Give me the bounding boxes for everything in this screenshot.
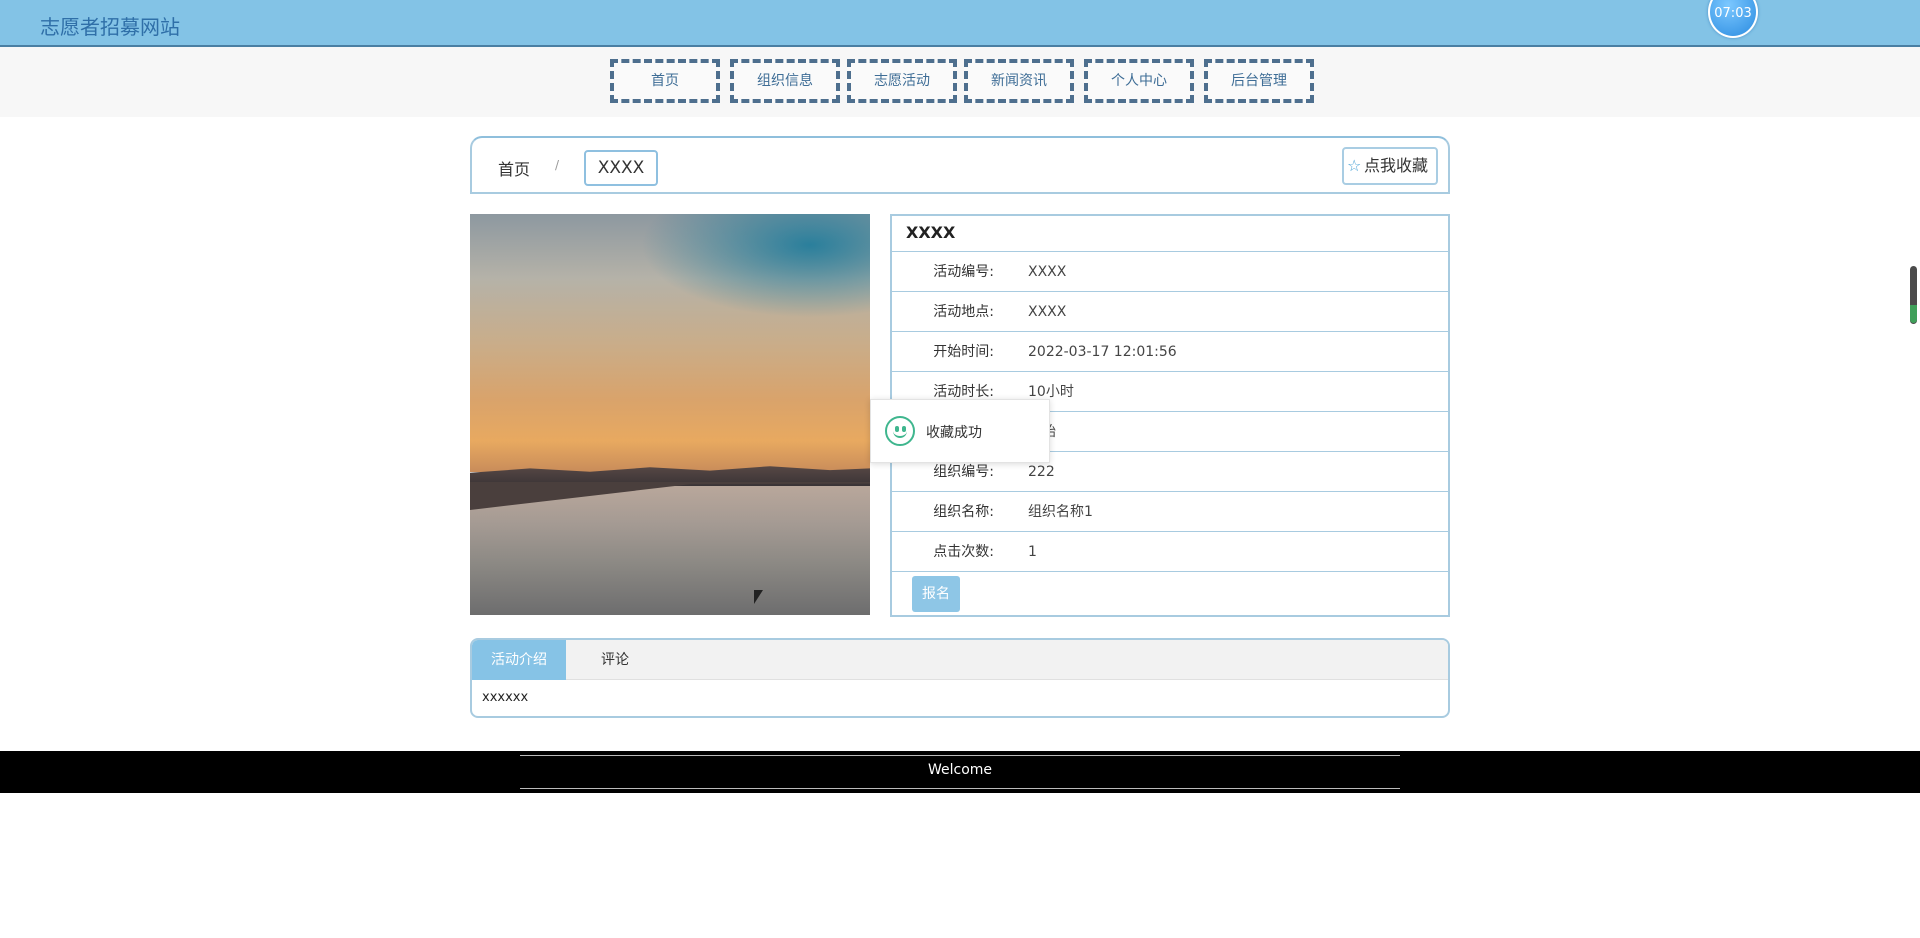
info-value: 1 — [1028, 544, 1037, 560]
footer-divider — [520, 755, 1400, 756]
breadcrumb: 首页 / XXXX ☆ 点我收藏 — [470, 136, 1450, 194]
nav-item-volunteer-activities[interactable]: 志愿活动 — [847, 59, 957, 103]
breadcrumb-separator: / — [555, 158, 560, 172]
nav-item-personal-center[interactable]: 个人中心 — [1084, 59, 1194, 103]
footer: Welcome — [0, 751, 1920, 793]
favorite-button-label: 点我收藏 — [1364, 156, 1429, 175]
info-value: XXXX — [1028, 304, 1067, 320]
info-label: 点击次数: — [933, 544, 994, 560]
info-value: 2022-03-17 12:01:56 — [1028, 344, 1177, 360]
activity-tabs: 活动介绍 评论 xxxxxx — [470, 638, 1450, 718]
smile-icon — [885, 416, 915, 446]
star-icon: ☆ — [1347, 156, 1362, 175]
scrollbar-indicator — [1910, 305, 1917, 323]
nav-item-news[interactable]: 新闻资讯 — [964, 59, 1074, 103]
signup-button[interactable]: 报名 — [912, 576, 960, 612]
image-water — [470, 486, 870, 615]
footer-divider — [520, 788, 1400, 789]
breadcrumb-current: XXXX — [584, 150, 658, 186]
image-sky — [470, 214, 870, 472]
nav-item-home[interactable]: 首页 — [610, 59, 720, 103]
tabs-header: 活动介绍 评论 — [472, 640, 1448, 680]
nav-item-admin[interactable]: 后台管理 — [1204, 59, 1314, 103]
info-value: 组织名称1 — [1028, 504, 1093, 520]
mouse-cursor-icon — [754, 590, 763, 604]
main-navigation: 首页 组织信息 志愿活动 新闻资讯 个人中心 后台管理 — [0, 47, 1920, 117]
tab-content: xxxxxx — [482, 690, 529, 705]
footer-text: Welcome — [927, 762, 993, 778]
toast-notification: 收藏成功 — [870, 399, 1050, 463]
clock-widget: 07:03 — [1708, 0, 1758, 38]
info-value: XXXX — [1028, 264, 1067, 280]
info-label: 活动编号: — [933, 264, 994, 280]
info-row: 活动编号: XXXX — [892, 252, 1448, 292]
signup-row: 报名 — [892, 572, 1448, 616]
activity-title: XXXX — [892, 216, 1448, 252]
info-label: 开始时间: — [933, 344, 994, 360]
info-label: 组织名称: — [933, 504, 994, 520]
info-row: 开始时间: 2022-03-17 12:01:56 — [892, 332, 1448, 372]
toast-message: 收藏成功 — [926, 425, 982, 441]
favorite-button[interactable]: ☆ 点我收藏 — [1342, 147, 1438, 185]
site-title[interactable]: 志愿者招募网站 — [40, 11, 180, 40]
breadcrumb-home-link[interactable]: 首页 — [498, 156, 530, 180]
activity-image — [470, 214, 870, 615]
info-label: 活动地点: — [933, 304, 994, 320]
info-row: 组织名称: 组织名称1 — [892, 492, 1448, 532]
info-row: 活动地点: XXXX — [892, 292, 1448, 332]
nav-item-organization[interactable]: 组织信息 — [730, 59, 840, 103]
info-row: 点击次数: 1 — [892, 532, 1448, 572]
tab-comments[interactable]: 评论 — [582, 640, 648, 680]
tab-activity-intro[interactable]: 活动介绍 — [472, 640, 566, 680]
top-header-bar: 志愿者招募网站 07:03 — [0, 0, 1920, 47]
